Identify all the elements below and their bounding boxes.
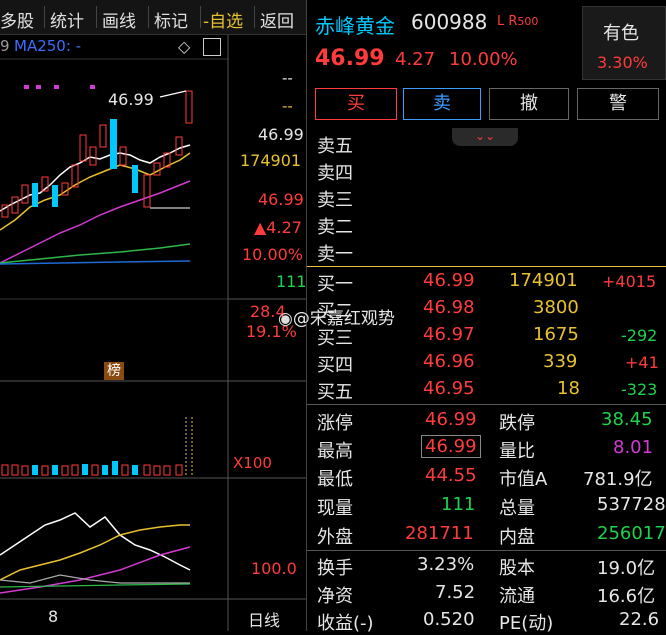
sell-level-3: 卖三 bbox=[317, 190, 353, 211]
sector-card[interactable]: 有色 3.30% bbox=[582, 6, 666, 80]
kline-chart[interactable]: 9 MA250: - ◇ 46.99 -- -- 46.99 174901 46… bbox=[0, 35, 307, 631]
axis-current-volume: 111 bbox=[276, 272, 307, 291]
volume-scale-label: X100 bbox=[233, 454, 272, 472]
ma-legend-prefix: 9 bbox=[0, 37, 10, 55]
sell-level-2: 卖二 bbox=[317, 217, 353, 238]
toolbar-mark[interactable]: 标记 bbox=[154, 7, 188, 32]
ma250-legend: MA250: - bbox=[14, 37, 82, 55]
watermark: ◉@宋嘉红观势 bbox=[278, 309, 395, 329]
axis-change: ▲4.27 bbox=[254, 218, 302, 237]
sell-button[interactable]: 卖 bbox=[403, 88, 481, 120]
stock-code: 600988 bbox=[411, 10, 488, 34]
toolbar-multi-stock[interactable]: 多股 bbox=[0, 7, 34, 32]
panel-toggle-icon[interactable] bbox=[203, 38, 221, 56]
axis-dash-1: -- bbox=[282, 69, 293, 87]
stock-name: 赤峰黄金 bbox=[315, 14, 395, 38]
axis-price-1: 46.99 bbox=[258, 125, 304, 144]
sell-level-5: 卖五 bbox=[317, 136, 353, 157]
sub-indicator-value: 100.0 bbox=[251, 559, 297, 578]
cancel-button[interactable]: 撤 bbox=[489, 88, 569, 120]
buy-button[interactable]: 买 bbox=[315, 88, 397, 120]
sell-level-4: 卖四 bbox=[317, 163, 353, 184]
axis-change-pct: 10.00% bbox=[242, 245, 304, 264]
sector-pct: 3.30% bbox=[597, 53, 648, 72]
collapse-chevron-icon[interactable]: ⌄⌄ bbox=[452, 128, 518, 146]
stock-flags: L R500 bbox=[497, 14, 539, 29]
price-change: 4.27 bbox=[395, 49, 436, 70]
toolbar-draw-line[interactable]: 画线 bbox=[102, 7, 136, 32]
axis-price-2: 46.99 bbox=[258, 190, 304, 209]
axis-dash-2: -- bbox=[282, 97, 293, 115]
diamond-icon[interactable]: ◇ bbox=[178, 37, 190, 56]
ranking-badge[interactable]: 榜 bbox=[104, 362, 124, 380]
date-tick: 8 bbox=[48, 607, 59, 626]
peak-price-label: 46.99 bbox=[108, 90, 154, 109]
toolbar-watchlist[interactable]: -自选 bbox=[203, 7, 243, 32]
toolbar-back[interactable]: 返回 bbox=[260, 7, 294, 32]
alert-button[interactable]: 警 bbox=[577, 88, 659, 120]
price-change-pct: 10.00% bbox=[449, 49, 518, 70]
weibo-icon: ◉ bbox=[278, 309, 293, 329]
current-price: 46.99 bbox=[315, 46, 385, 71]
toolbar-stats[interactable]: 统计 bbox=[50, 7, 84, 32]
sell-level-1: 卖一 bbox=[317, 244, 353, 265]
axis-volume-1: 174901 bbox=[240, 151, 302, 170]
sector-name: 有色 bbox=[603, 23, 639, 44]
chart-toolbar: 多股 统计 画线 标记 -自选 返回 bbox=[0, 0, 306, 35]
period-label[interactable]: 日线 bbox=[248, 607, 280, 631]
